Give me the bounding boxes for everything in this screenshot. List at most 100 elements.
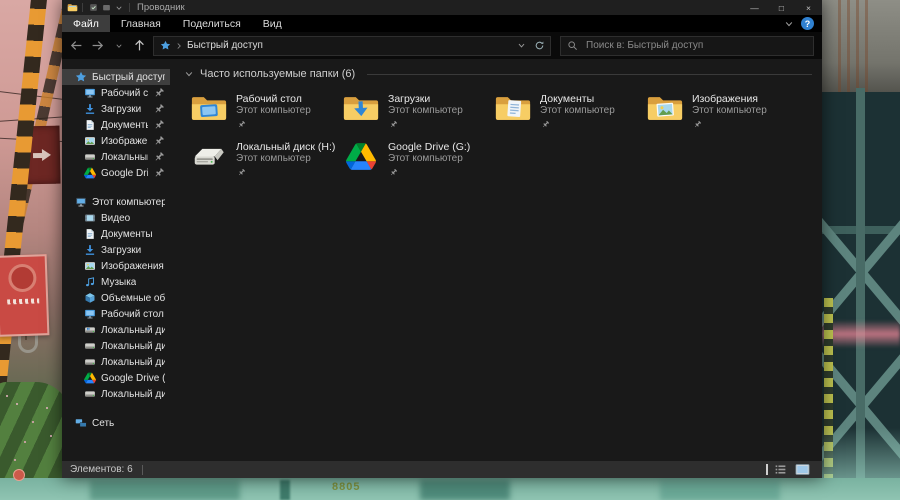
sidebar-item[interactable]: Сеть bbox=[62, 415, 170, 431]
arrow-right-icon bbox=[32, 148, 51, 161]
pin-icon bbox=[389, 168, 398, 177]
folder-tile[interactable]: Google Drive (G:) Этот компьютер bbox=[342, 141, 494, 177]
tile-location: Этот компьютер bbox=[388, 153, 463, 164]
sidebar-item[interactable]: Этот компьютер bbox=[62, 194, 170, 210]
sidebar-item-label: Локальный дис bbox=[101, 151, 148, 163]
close-button[interactable]: × bbox=[795, 0, 822, 15]
address-bar[interactable]: Быстрый доступ bbox=[153, 35, 551, 56]
minimize-button[interactable]: — bbox=[741, 0, 768, 15]
address-dropdown-button[interactable] bbox=[512, 37, 530, 55]
tile-location: Этот компьютер bbox=[540, 105, 615, 116]
arrow-up-icon bbox=[133, 39, 146, 52]
ribbon-tab-view[interactable]: Вид bbox=[252, 15, 293, 32]
sidebar-item[interactable]: Изображения bbox=[62, 133, 170, 149]
maximize-button[interactable]: □ bbox=[768, 0, 795, 15]
ribbon-tab-file[interactable]: Файл bbox=[62, 15, 110, 32]
sidebar-item[interactable]: Локальный диск (H bbox=[62, 386, 170, 402]
desktop-icon bbox=[84, 87, 96, 99]
document-icon bbox=[84, 228, 96, 240]
pin-icon bbox=[693, 120, 702, 129]
titlebar: Проводник — □ × bbox=[62, 0, 822, 15]
tile-location: Этот компьютер bbox=[388, 105, 463, 116]
breadcrumb-chevron-icon bbox=[175, 42, 183, 50]
new-folder-icon[interactable] bbox=[102, 3, 111, 12]
wallpaper-blur-shape bbox=[660, 480, 780, 500]
gdrive-icon bbox=[84, 167, 96, 179]
ribbon-right-controls: ? bbox=[784, 15, 822, 32]
folder-download-icon bbox=[342, 93, 380, 124]
quick-access-toolbar-chevron-icon[interactable] bbox=[115, 4, 123, 12]
sidebar-item[interactable]: Локальный диск (D bbox=[62, 338, 170, 354]
group-header: Часто используемые папки (6) bbox=[184, 68, 812, 80]
help-icon[interactable]: ? bbox=[801, 17, 814, 30]
recent-locations-button[interactable] bbox=[108, 36, 129, 56]
ribbon-tab-home[interactable]: Главная bbox=[110, 15, 172, 32]
sidebar-item-label: Изображения bbox=[101, 135, 148, 147]
group-header-rule bbox=[367, 73, 812, 75]
up-button[interactable] bbox=[129, 36, 150, 56]
sidebar-item[interactable]: Загрузки bbox=[62, 242, 170, 258]
sidebar-item-label: Локальный диск (D bbox=[101, 340, 165, 352]
sidebar-item[interactable]: Google Drive (G:) bbox=[62, 370, 170, 386]
sidebar-item-label: Быстрый доступ bbox=[92, 71, 165, 83]
expand-ribbon-chevron-icon[interactable] bbox=[784, 19, 794, 29]
pin-icon bbox=[541, 120, 550, 129]
sidebar-item[interactable]: Рабочий стол bbox=[62, 306, 170, 322]
disk-win-icon bbox=[84, 324, 96, 336]
sidebar-item-label: Загрузки bbox=[101, 103, 142, 115]
folder-tile[interactable]: Изображения Этот компьютер bbox=[646, 93, 798, 129]
folder-tile[interactable]: Рабочий стол Этот компьютер bbox=[190, 93, 342, 129]
breadcrumb[interactable]: Быстрый доступ bbox=[187, 40, 263, 51]
cube-icon bbox=[84, 292, 96, 304]
status-bar-divider bbox=[766, 464, 768, 475]
drive-icon bbox=[190, 141, 228, 172]
address-bar-row: Быстрый доступ bbox=[62, 32, 822, 59]
search-input[interactable] bbox=[584, 39, 813, 52]
sidebar-item[interactable]: Видео bbox=[62, 210, 170, 226]
pin-icon bbox=[153, 135, 165, 147]
folder-tile[interactable]: Загрузки Этот компьютер bbox=[342, 93, 494, 129]
search-box[interactable] bbox=[560, 35, 814, 56]
tile-name: Документы bbox=[540, 93, 595, 105]
sidebar-item-label: Изображения bbox=[101, 260, 164, 272]
ribbon-tab-share[interactable]: Поделиться bbox=[172, 15, 252, 32]
sidebar-item[interactable]: Локальный диск (C bbox=[62, 322, 170, 338]
refresh-button[interactable] bbox=[530, 37, 548, 55]
sidebar-item[interactable]: Объемные объект bbox=[62, 290, 170, 306]
properties-icon[interactable] bbox=[89, 3, 98, 12]
folder-tile[interactable]: Документы Этот компьютер bbox=[494, 93, 646, 129]
sidebar-item[interactable]: Рабочий стол bbox=[62, 85, 170, 101]
tile-text: Документы Этот компьютер bbox=[540, 93, 615, 129]
tile-location: Этот компьютер bbox=[692, 105, 767, 116]
collapse-group-chevron-icon[interactable] bbox=[184, 69, 194, 79]
arrow-left-icon bbox=[70, 39, 83, 52]
status-bar: Элементов: 6 bbox=[62, 461, 822, 478]
tile-text: Загрузки Этот компьютер bbox=[388, 93, 463, 129]
explorer-folder-icon bbox=[67, 2, 78, 13]
details-view-icon[interactable] bbox=[774, 463, 787, 476]
pin-icon bbox=[153, 119, 165, 131]
wallpaper-blur-shape bbox=[90, 480, 240, 500]
sidebar-item[interactable]: Документы bbox=[62, 226, 170, 242]
sidebar-item[interactable]: Быстрый доступ bbox=[62, 69, 170, 85]
window-controls: — □ × bbox=[741, 0, 822, 15]
wallpaper-sign-text bbox=[6, 298, 39, 305]
download-icon bbox=[84, 244, 96, 256]
titlebar-separator bbox=[82, 3, 83, 12]
sidebar-item-label: Рабочий стол bbox=[101, 308, 164, 320]
sidebar-item[interactable]: Локальный диск (E bbox=[62, 354, 170, 370]
sidebar-item[interactable]: Локальный дис bbox=[62, 149, 170, 165]
sidebar-item[interactable]: Загрузки bbox=[62, 101, 170, 117]
sidebar-item-label: Документы bbox=[101, 119, 148, 131]
sidebar-item[interactable]: Документы bbox=[62, 117, 170, 133]
back-button[interactable] bbox=[66, 36, 87, 56]
forward-button[interactable] bbox=[87, 36, 108, 56]
picture-icon bbox=[84, 135, 96, 147]
thumbnails-view-icon[interactable] bbox=[795, 463, 810, 476]
sidebar-item[interactable]: Google Drive (G: bbox=[62, 165, 170, 181]
sidebar-item[interactable]: Музыка bbox=[62, 274, 170, 290]
sidebar-item[interactable]: Изображения bbox=[62, 258, 170, 274]
folder-tile[interactable]: Локальный диск (H:) Этот компьютер bbox=[190, 141, 342, 177]
wallpaper-bottom-scene: 8805 bbox=[0, 478, 900, 500]
pin-icon bbox=[153, 151, 165, 163]
